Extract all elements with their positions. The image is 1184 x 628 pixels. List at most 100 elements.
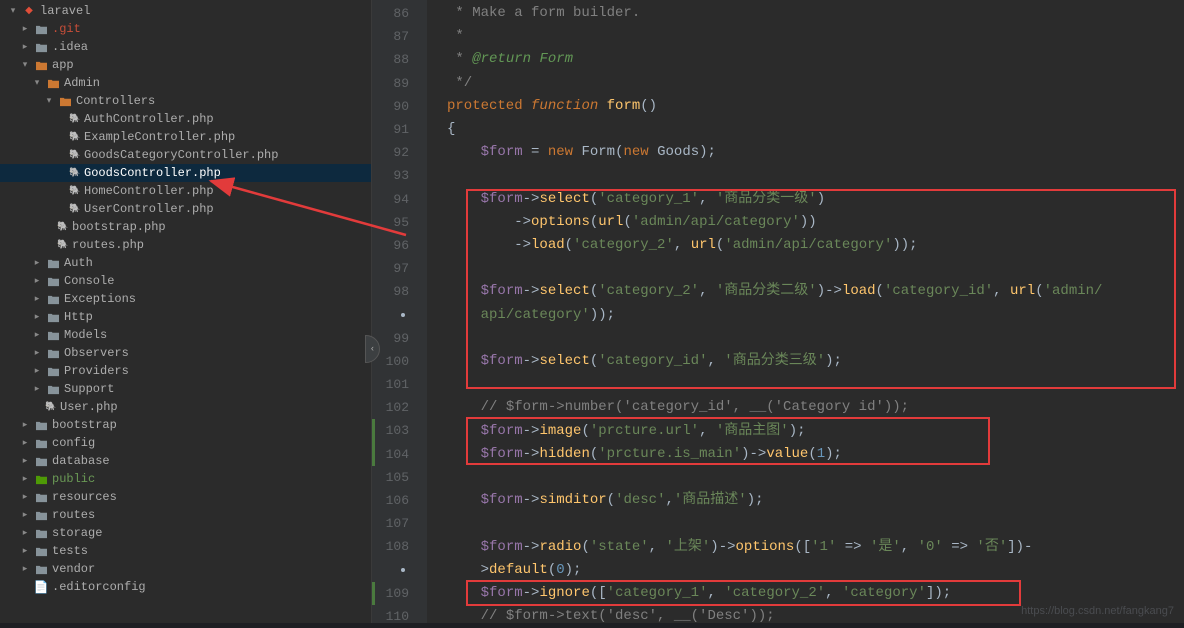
tree-item-goodscontroller-php[interactable]: 🐘GoodsController.php <box>0 164 371 182</box>
line-number <box>372 559 409 582</box>
code-line[interactable]: ->load('category_2', url('admin/api/cate… <box>447 234 1184 257</box>
code-line[interactable]: api/category')); <box>447 304 1184 327</box>
tree-item--idea[interactable]: .idea <box>0 38 371 56</box>
code-line[interactable]: $form->select('category_2', '商品分类二级')->l… <box>447 280 1184 303</box>
tree-item-user-php[interactable]: 🐘User.php <box>0 398 371 416</box>
code-line[interactable]: { <box>447 118 1184 141</box>
tree-item-database[interactable]: database <box>0 452 371 470</box>
tree-item-resources[interactable]: resources <box>0 488 371 506</box>
code-area[interactable]: * Make a form builder. * * @return Form … <box>427 0 1184 623</box>
code-line[interactable] <box>447 512 1184 535</box>
tree-item-storage[interactable]: storage <box>0 524 371 542</box>
tree-item-bootstrap[interactable]: bootstrap <box>0 416 371 434</box>
tree-item-homecontroller-php[interactable]: 🐘HomeController.php <box>0 182 371 200</box>
tree-item-bootstrap-php[interactable]: 🐘bootstrap.php <box>0 218 371 236</box>
tree-item-controllers[interactable]: Controllers <box>0 92 371 110</box>
tree-arrow-icon[interactable] <box>18 24 32 34</box>
tree-item-usercontroller-php[interactable]: 🐘UserController.php <box>0 200 371 218</box>
tree-arrow-icon[interactable] <box>18 420 32 430</box>
code-line[interactable]: $form->ignore(['category_1', 'category_2… <box>447 582 1184 605</box>
tree-arrow-icon[interactable] <box>18 546 32 556</box>
tree-item-label: Controllers <box>76 94 155 108</box>
tree-arrow-icon[interactable] <box>18 564 32 574</box>
folder-icon <box>44 346 62 360</box>
line-number: 105 <box>372 466 409 489</box>
line-number: 109 <box>372 582 409 605</box>
tree-item-label: .git <box>52 22 81 36</box>
tree-item-tests[interactable]: tests <box>0 542 371 560</box>
code-line[interactable] <box>447 257 1184 280</box>
code-line[interactable]: */ <box>447 72 1184 95</box>
tree-arrow-icon[interactable] <box>30 330 44 340</box>
tree-item-observers[interactable]: Observers <box>0 344 371 362</box>
code-line[interactable]: $form->hidden('prcture.is_main')->value(… <box>447 443 1184 466</box>
tree-item-label: Models <box>64 328 107 342</box>
tree-item-vendor[interactable]: vendor <box>0 560 371 578</box>
project-tree[interactable]: ◆laravel.git.ideaappAdminControllers🐘Aut… <box>0 0 372 623</box>
tree-item-auth[interactable]: Auth <box>0 254 371 272</box>
tree-item-laravel[interactable]: ◆laravel <box>0 2 371 20</box>
tree-arrow-icon[interactable] <box>18 510 32 520</box>
tree-arrow-icon[interactable] <box>30 348 44 358</box>
tree-item-app[interactable]: app <box>0 56 371 74</box>
tree-arrow-icon[interactable] <box>18 60 32 70</box>
code-line[interactable]: $form->radio('state', '上架')->options(['1… <box>447 536 1184 559</box>
tree-item-routes[interactable]: routes <box>0 506 371 524</box>
code-line[interactable]: $form->select('category_1', '商品分类一级') <box>447 188 1184 211</box>
code-line[interactable] <box>447 164 1184 187</box>
tree-item-admin[interactable]: Admin <box>0 74 371 92</box>
tree-arrow-icon[interactable] <box>30 366 44 376</box>
code-line[interactable]: * @return Form <box>447 48 1184 71</box>
tree-item-console[interactable]: Console <box>0 272 371 290</box>
tree-item-http[interactable]: Http <box>0 308 371 326</box>
folder-icon <box>32 436 50 450</box>
code-line[interactable]: >default(0); <box>447 559 1184 582</box>
folder-icon <box>32 58 50 72</box>
code-line[interactable]: $form->select('category_id', '商品分类三级'); <box>447 350 1184 373</box>
code-line[interactable]: $form->simditor('desc','商品描述'); <box>447 489 1184 512</box>
tree-arrow-icon[interactable] <box>30 384 44 394</box>
tree-arrow-icon[interactable] <box>6 6 20 16</box>
tree-item-routes-php[interactable]: 🐘routes.php <box>0 236 371 254</box>
code-line[interactable]: ->options(url('admin/api/category')) <box>447 211 1184 234</box>
php-icon: 🐘 <box>68 202 82 216</box>
code-line[interactable]: protected function form() <box>447 95 1184 118</box>
tree-item-examplecontroller-php[interactable]: 🐘ExampleController.php <box>0 128 371 146</box>
tree-item--git[interactable]: .git <box>0 20 371 38</box>
tree-arrow-icon[interactable] <box>18 456 32 466</box>
folder-icon <box>32 22 50 36</box>
code-line[interactable]: * Make a form builder. <box>447 2 1184 25</box>
tree-arrow-icon[interactable] <box>42 96 56 106</box>
code-editor[interactable]: 8687888990919293949596979899100101102103… <box>372 0 1184 623</box>
tree-item-models[interactable]: Models <box>0 326 371 344</box>
folder-icon <box>56 94 74 108</box>
tree-arrow-icon[interactable] <box>18 528 32 538</box>
code-line[interactable]: $form->image('prcture.url', '商品主图'); <box>447 420 1184 443</box>
code-line[interactable] <box>447 466 1184 489</box>
tree-arrow-icon[interactable] <box>18 438 32 448</box>
tree-item-support[interactable]: Support <box>0 380 371 398</box>
code-line[interactable]: $form = new Form(new Goods); <box>447 141 1184 164</box>
code-line[interactable]: // $form->number('category_id', __('Cate… <box>447 396 1184 419</box>
tree-arrow-icon[interactable] <box>18 42 32 52</box>
tree-item-goodscategorycontroller-php[interactable]: 🐘GoodsCategoryController.php <box>0 146 371 164</box>
code-line[interactable] <box>447 373 1184 396</box>
tree-item-providers[interactable]: Providers <box>0 362 371 380</box>
tree-arrow-icon[interactable] <box>30 258 44 268</box>
tree-item--editorconfig[interactable]: 📄.editorconfig <box>0 578 371 596</box>
tree-arrow-icon[interactable] <box>30 276 44 286</box>
tree-item-authcontroller-php[interactable]: 🐘AuthController.php <box>0 110 371 128</box>
line-number: 101 <box>372 373 409 396</box>
tree-arrow-icon[interactable] <box>18 492 32 502</box>
tree-item-exceptions[interactable]: Exceptions <box>0 290 371 308</box>
tree-arrow-icon[interactable] <box>18 474 32 484</box>
tree-arrow-icon[interactable] <box>30 312 44 322</box>
tree-arrow-icon[interactable] <box>30 294 44 304</box>
line-number: 104 <box>372 443 409 466</box>
code-line[interactable] <box>447 327 1184 350</box>
line-number: 90 <box>372 95 409 118</box>
tree-arrow-icon[interactable] <box>30 78 44 88</box>
tree-item-public[interactable]: public <box>0 470 371 488</box>
code-line[interactable]: * <box>447 25 1184 48</box>
tree-item-config[interactable]: config <box>0 434 371 452</box>
